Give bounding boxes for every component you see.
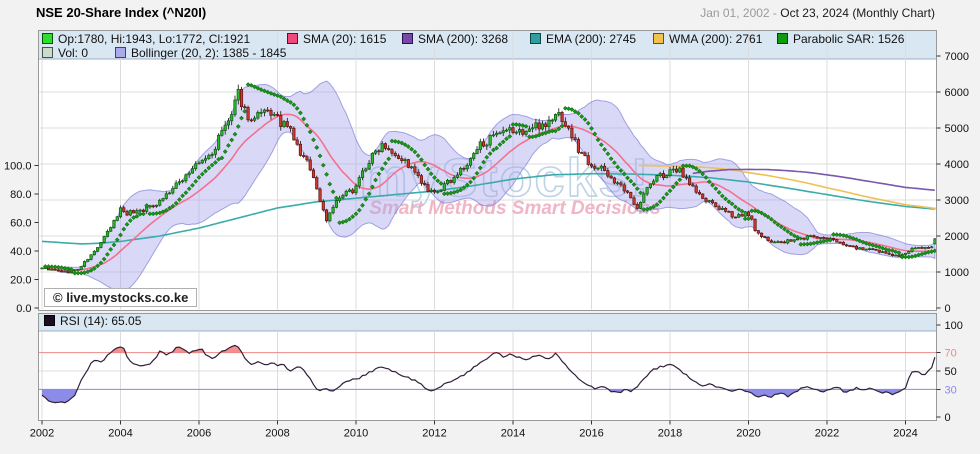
wma200-legend-label: WMA (200): 2761 [669,32,762,46]
volume-legend-label: Vol: 0 [58,46,88,60]
rsi-tick-label: 100 [945,320,963,332]
page-title: NSE 20-Share Index (^N20I) [36,5,206,20]
legend-item-ema200: EMA (200): 2745 [530,32,636,45]
price-tick-label: 5000 [945,123,969,135]
bollinger-swatch [115,47,126,58]
copyright-badge: © live.mystocks.co.ke [44,288,197,307]
pct-tick-label: 100.0 [4,161,32,173]
year-tick-label: 2012 [422,428,446,440]
year-tick-label: 2022 [815,428,839,440]
pct-tick-label: 20.0 [10,275,31,287]
legend-item-bollinger: Bollinger (20, 2): 1385 - 1845 [115,46,286,59]
year-tick-label: 2014 [501,428,525,440]
volume-swatch [42,47,53,58]
sma200-swatch [402,33,413,44]
date-range-end: Oct 23, 2024 (Monthly Chart) [780,6,935,20]
price-tick-label: 2000 [945,231,969,243]
price-tick-label: 0 [945,303,951,315]
price-tick-label: 3000 [945,195,969,207]
year-tick-label: 2006 [187,428,211,440]
ema200-swatch [530,33,541,44]
rsi-swatch [44,315,55,326]
rsi-legend-band [39,314,937,332]
year-axis-labels: 2002 2004 2006 2008 2010 2012 2014 2016 2018 2020… [30,421,918,440]
sma20-legend-label: SMA (20): 1615 [303,32,386,46]
wma200-swatch [653,33,664,44]
price-chart-canvas: myStocks!Smart Methods Smart Decisions01… [0,0,980,454]
year-tick-label: 2018 [658,428,682,440]
rsi-tick-label: 50 [945,366,957,378]
legend-item-ohlc: Op:1780, Hi:1943, Lo:1772, Cl:1921 [42,32,250,45]
rsi-tick-label: 0 [945,412,951,424]
price-tick-label: 7000 [945,51,969,63]
price-tick-label: 4000 [945,159,969,171]
year-tick-label: 2024 [893,428,917,440]
year-tick-label: 2004 [108,428,132,440]
pct-tick-label: 60.0 [10,218,31,230]
rsi-axis-labels: 100 70 50 30 0 [937,320,963,424]
ema200-legend-label: EMA (200): 2745 [546,32,636,46]
bollinger-legend-label: Bollinger (20, 2): 1385 - 1845 [131,46,286,60]
rsi-tick-label: 30 [945,384,957,396]
year-tick-label: 2008 [265,428,289,440]
sma200-legend-label: SMA (200): 3268 [418,32,508,46]
pct-tick-label: 0.0 [16,303,31,315]
legend-item-volume: Vol: 0 [42,46,88,59]
year-tick-label: 2020 [736,428,760,440]
ohlc-legend-label: Op:1780, Hi:1943, Lo:1772, Cl:1921 [58,32,250,46]
psar-legend-label: Parabolic SAR: 1526 [793,32,904,46]
chart-page: myStocks!Smart Methods Smart Decisions01… [0,0,980,454]
sma20-swatch [287,33,298,44]
price-tick-label: 1000 [945,267,969,279]
pct-tick-label: 40.0 [10,246,31,258]
psar-swatch [777,33,788,44]
watermark-tagline: Smart Methods Smart Decisions [369,198,660,219]
legend-item-sma200: SMA (200): 3268 [402,32,508,45]
ohlc-swatch [42,33,53,44]
legend-item-psar: Parabolic SAR: 1526 [777,32,904,45]
legend-item-wma200: WMA (200): 2761 [653,32,762,45]
legend-item-sma20: SMA (20): 1615 [287,32,386,45]
year-tick-label: 2002 [30,428,54,440]
date-range-start: Jan 01, 2002 - [700,6,780,20]
rsi-legend-label: RSI (14): 65.05 [60,314,141,328]
rsi-legend: RSI (14): 65.05 [44,314,141,327]
price-tick-label: 6000 [945,87,969,99]
year-tick-label: 2010 [344,428,368,440]
pct-tick-label: 80.0 [10,189,31,201]
date-range: Jan 01, 2002 - Oct 23, 2024 (Monthly Cha… [700,6,935,20]
year-tick-label: 2016 [579,428,603,440]
rsi-tick-label: 70 [945,348,957,360]
